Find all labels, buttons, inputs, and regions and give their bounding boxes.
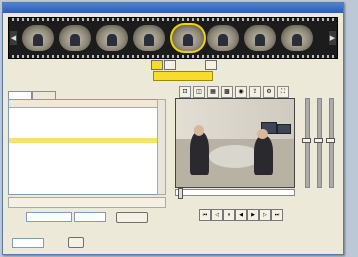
film-prev-arrow-icon[interactable]: ◀ <box>10 31 17 45</box>
split-view-icon[interactable]: ◫ <box>193 86 205 98</box>
slider-knob[interactable] <box>302 138 311 143</box>
date-field[interactable] <box>26 212 72 222</box>
video-person-head <box>193 125 205 136</box>
slider-track[interactable] <box>317 98 322 188</box>
play-back-icon[interactable]: ◀ <box>235 209 247 221</box>
film-thumbnail[interactable] <box>59 25 91 51</box>
timeline-zoom-button[interactable] <box>164 60 176 70</box>
film-thumbnail[interactable] <box>96 25 128 51</box>
skip-end-icon[interactable]: ⏭ <box>271 209 283 221</box>
settings-icon[interactable]: ⚙ <box>263 86 275 98</box>
timeline-mark-button[interactable] <box>151 60 163 70</box>
export-icon[interactable]: ⇪ <box>249 86 261 98</box>
video-monitor <box>277 123 292 135</box>
main-window: ◀ ▶ ⊡ ◫ ▦ ▩ ◉ ⇪ ⚙ ⛶ ⏮ ◁ ⏸ ◀ ▶ ▷ ⏭ <box>2 2 344 255</box>
film-thumbnail[interactable] <box>133 25 165 51</box>
list-item[interactable] <box>9 183 157 188</box>
film-thumbnail[interactable] <box>281 25 313 51</box>
snapshot-icon[interactable]: ◉ <box>235 86 247 98</box>
film-next-arrow-icon[interactable]: ▶ <box>329 31 336 45</box>
fullscreen-icon[interactable]: ⛶ <box>277 86 289 98</box>
video-view[interactable] <box>175 98 295 188</box>
film-thumbnail[interactable] <box>244 25 276 51</box>
adjustment-sliders <box>297 98 337 188</box>
pause-icon[interactable]: ⏸ <box>223 209 235 221</box>
player-panel: ⊡ ◫ ▦ ▩ ◉ ⇪ ⚙ ⛶ ⏮ ◁ ⏸ ◀ ▶ ▷ ⏭ <box>169 82 339 250</box>
fit-icon[interactable]: ⊡ <box>179 86 191 98</box>
search-type-field[interactable] <box>12 238 44 248</box>
clear-button[interactable] <box>68 237 84 248</box>
film-thumbnail-selected[interactable] <box>170 23 206 53</box>
step-forward-icon[interactable]: ▷ <box>259 209 271 221</box>
film-sprocket-bottom <box>9 55 337 58</box>
slider-track[interactable] <box>305 98 310 188</box>
step-back-icon[interactable]: ◁ <box>211 209 223 221</box>
filmstrip: ◀ ▶ <box>8 17 338 59</box>
film-sprocket-top <box>9 18 337 21</box>
film-thumbnail[interactable] <box>22 25 54 51</box>
title-bar <box>3 3 343 13</box>
time-field[interactable] <box>74 212 106 222</box>
scrubber-handle[interactable] <box>178 188 184 199</box>
film-thumbnail[interactable] <box>207 25 239 51</box>
slider-knob[interactable] <box>314 138 323 143</box>
timeline-filter-button[interactable] <box>205 60 217 70</box>
ok-button[interactable] <box>116 212 148 223</box>
current-time-display <box>153 71 213 81</box>
grid-view-icon[interactable]: ▦ <box>207 86 219 98</box>
play-icon[interactable]: ▶ <box>247 209 259 221</box>
event-list-header <box>9 100 157 108</box>
video-person <box>190 132 210 175</box>
status-bar <box>8 197 166 208</box>
skip-start-icon[interactable]: ⏮ <box>199 209 211 221</box>
playback-scrubber[interactable] <box>175 188 295 199</box>
video-person <box>253 135 273 175</box>
slider-knob[interactable] <box>326 138 335 143</box>
event-list-scrollbar[interactable] <box>157 99 166 195</box>
slider-track[interactable] <box>329 98 334 188</box>
events-panel <box>8 82 166 250</box>
quad-view-icon[interactable]: ▩ <box>221 86 233 98</box>
event-list[interactable] <box>8 99 158 195</box>
